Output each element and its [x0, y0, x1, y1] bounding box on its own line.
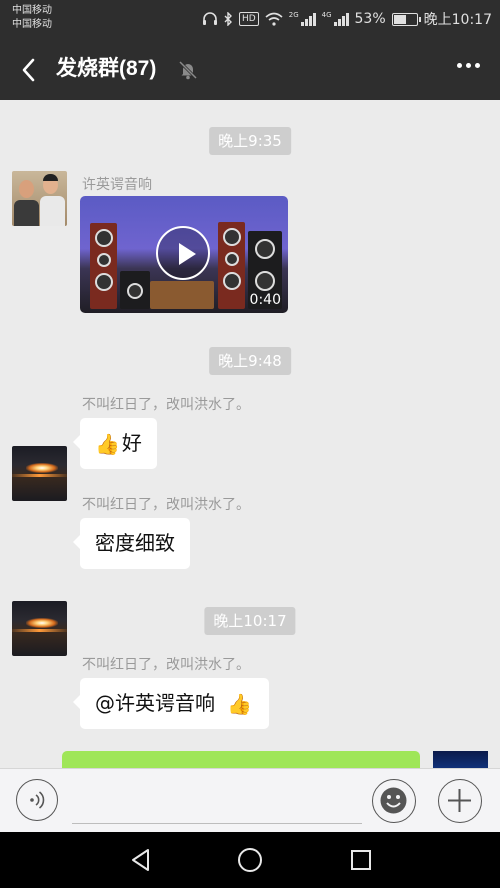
time-badge: 晚上10:17 [204, 607, 296, 635]
message-text: @许英谔音响 [95, 691, 215, 715]
voice-icon[interactable] [16, 779, 58, 821]
battery-fill [393, 14, 406, 24]
chat-area[interactable]: 晚上9:35 许英谔音响 0:40 晚上9:48 不叫红日了，改叫洪水了。 👍 好… [0, 100, 500, 768]
carrier-2: 中国移动 [12, 19, 52, 30]
hd-icon: HD [239, 12, 259, 26]
message-bubble[interactable]: 👍 好 [73, 418, 157, 469]
time-badge: 晚上9:48 [209, 347, 291, 375]
thumbs-up-icon: 👍 [95, 432, 120, 456]
back-arrow-icon[interactable] [16, 55, 46, 85]
self-avatar[interactable] [433, 751, 488, 768]
battery-icon [391, 12, 421, 26]
mute-bell-icon [178, 60, 198, 80]
thumbs-up-icon: 👍 [227, 692, 253, 716]
wifi-icon [265, 12, 283, 26]
message-bubble[interactable]: 密度细致 [73, 518, 190, 569]
sender-name: 不叫红日了，改叫洪水了。 [82, 497, 250, 513]
sender-name: 不叫红日了，改叫洪水了。 [82, 397, 250, 413]
nav-home-icon[interactable] [238, 848, 262, 872]
status-icons: HD 2G 4G 53% 晚上10:17 [202, 9, 492, 29]
self-message-bubble[interactable] [62, 751, 420, 768]
avatar[interactable] [12, 171, 67, 226]
video-message[interactable]: 0:40 [80, 196, 288, 313]
chat-header: 发烧群(87) [0, 38, 500, 100]
video-duration: 0:40 [249, 292, 281, 308]
clock: 晚上10:17 [423, 12, 492, 28]
status-bar: 中国移动 中国移动 HD 2G 4G 53% 晚上10:17 [0, 0, 500, 38]
message-bubble[interactable]: @许英谔音响 👍 [72, 678, 270, 729]
plus-icon[interactable] [438, 779, 482, 823]
time-badge: 晚上9:35 [209, 127, 291, 155]
message-input[interactable] [72, 781, 362, 824]
battery-percent: 53% [354, 11, 386, 27]
nav-recent-icon[interactable] [351, 850, 371, 870]
network-type-2: 4G [321, 10, 332, 19]
network-type-1: 2G [288, 10, 299, 19]
bluetooth-icon [224, 12, 233, 26]
signal-icon [333, 12, 349, 26]
avatar[interactable] [12, 601, 67, 656]
emoji-icon[interactable] [372, 779, 416, 823]
input-bar [0, 768, 500, 833]
carrier-1: 中国移动 [12, 5, 52, 16]
avatar[interactable] [12, 446, 67, 501]
headphones-icon [203, 12, 218, 25]
more-dots-icon[interactable] [457, 63, 480, 68]
message-text: 密度细致 [95, 531, 175, 555]
message-text: 好 [121, 431, 142, 455]
android-nav-bar [0, 832, 500, 888]
play-icon[interactable] [156, 226, 210, 280]
chat-title: 发烧群(87) [56, 57, 157, 80]
signal-icon [300, 12, 316, 26]
sender-name: 许英谔音响 [82, 177, 152, 193]
nav-back-icon[interactable] [128, 847, 154, 873]
sender-name: 不叫红日了，改叫洪水了。 [82, 657, 250, 673]
